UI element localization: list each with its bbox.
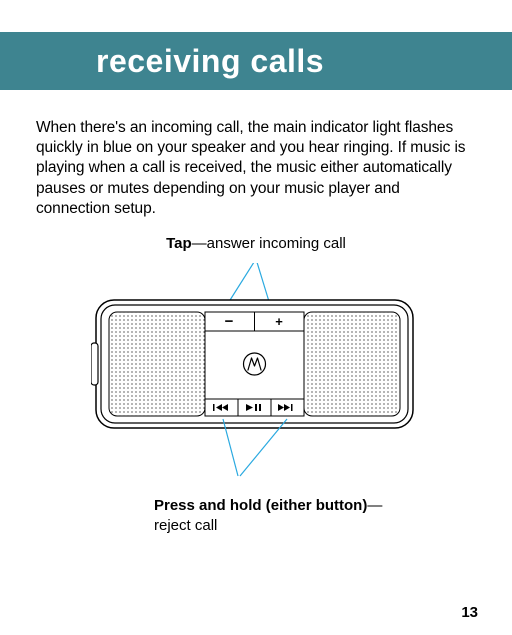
top-callout: Tap—answer incoming call (166, 235, 346, 252)
minus-icon: − (225, 313, 234, 330)
btn-playpause (238, 399, 271, 416)
top-callout-rest: —answer incoming call (192, 235, 346, 252)
page: receiving calls When there's an incoming… (0, 0, 512, 635)
content-area: When there's an incoming call, the main … (0, 90, 512, 535)
speaker-grille-left (109, 312, 205, 416)
section-header-bar: receiving calls (0, 32, 512, 90)
section-title: receiving calls (96, 43, 324, 80)
body-paragraph: When there's an incoming call, the main … (36, 118, 476, 220)
device-illustration: − + (91, 263, 421, 493)
device-left-nub (91, 343, 98, 385)
bottom-callout-bold: Press and hold (either button) (154, 497, 367, 514)
logo-circle (244, 353, 266, 375)
bottom-callout: Press and hold (either button)—reject ca… (154, 496, 414, 535)
speaker-grille-right (304, 312, 400, 416)
plus-icon: + (275, 314, 283, 329)
top-callout-bold: Tap (166, 235, 192, 252)
device-figure: Tap—answer incoming call (36, 235, 476, 535)
page-number: 13 (461, 604, 478, 621)
